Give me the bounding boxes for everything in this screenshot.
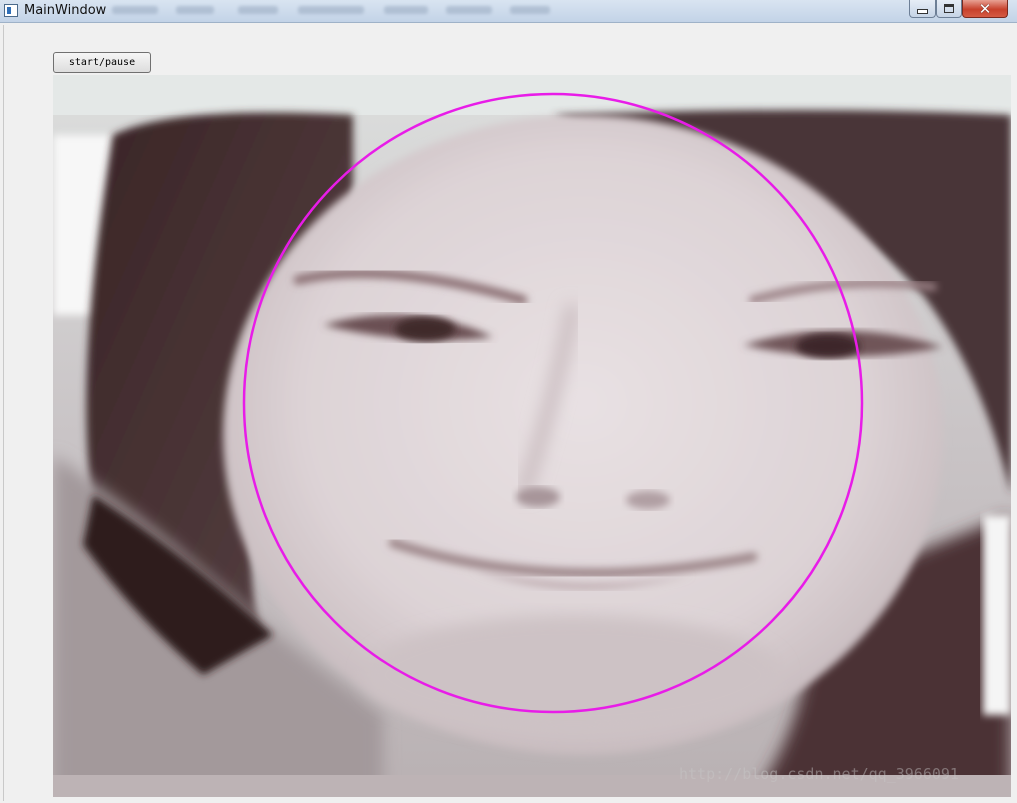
camera-image xyxy=(53,75,1011,797)
blurred-title-segment xyxy=(510,6,550,14)
maximize-icon xyxy=(944,4,954,13)
title-bar[interactable]: MainWindow ✕ xyxy=(0,0,1017,23)
close-icon: ✕ xyxy=(978,0,992,18)
video-frame: http://blog.csdn.net/qq_3966091 xyxy=(53,75,1011,797)
blurred-title-segment xyxy=(446,6,492,14)
blurred-title-segment xyxy=(112,6,158,14)
blurred-title-segment xyxy=(298,6,364,14)
blurred-title-segment xyxy=(384,6,428,14)
close-button[interactable]: ✕ xyxy=(962,0,1008,18)
window-title: MainWindow xyxy=(24,3,107,18)
main-window: MainWindow ✕ start/pause http://blog.csd… xyxy=(0,0,1017,803)
blurred-title-segment xyxy=(238,6,278,14)
watermark-text: http://blog.csdn.net/qq_3966091 xyxy=(679,765,959,783)
app-icon xyxy=(4,4,18,17)
start-pause-button[interactable]: start/pause xyxy=(53,52,151,73)
minimize-icon xyxy=(917,9,928,14)
maximize-button[interactable] xyxy=(936,0,962,18)
blurred-title-segment xyxy=(176,6,214,14)
minimize-button[interactable] xyxy=(909,0,936,18)
